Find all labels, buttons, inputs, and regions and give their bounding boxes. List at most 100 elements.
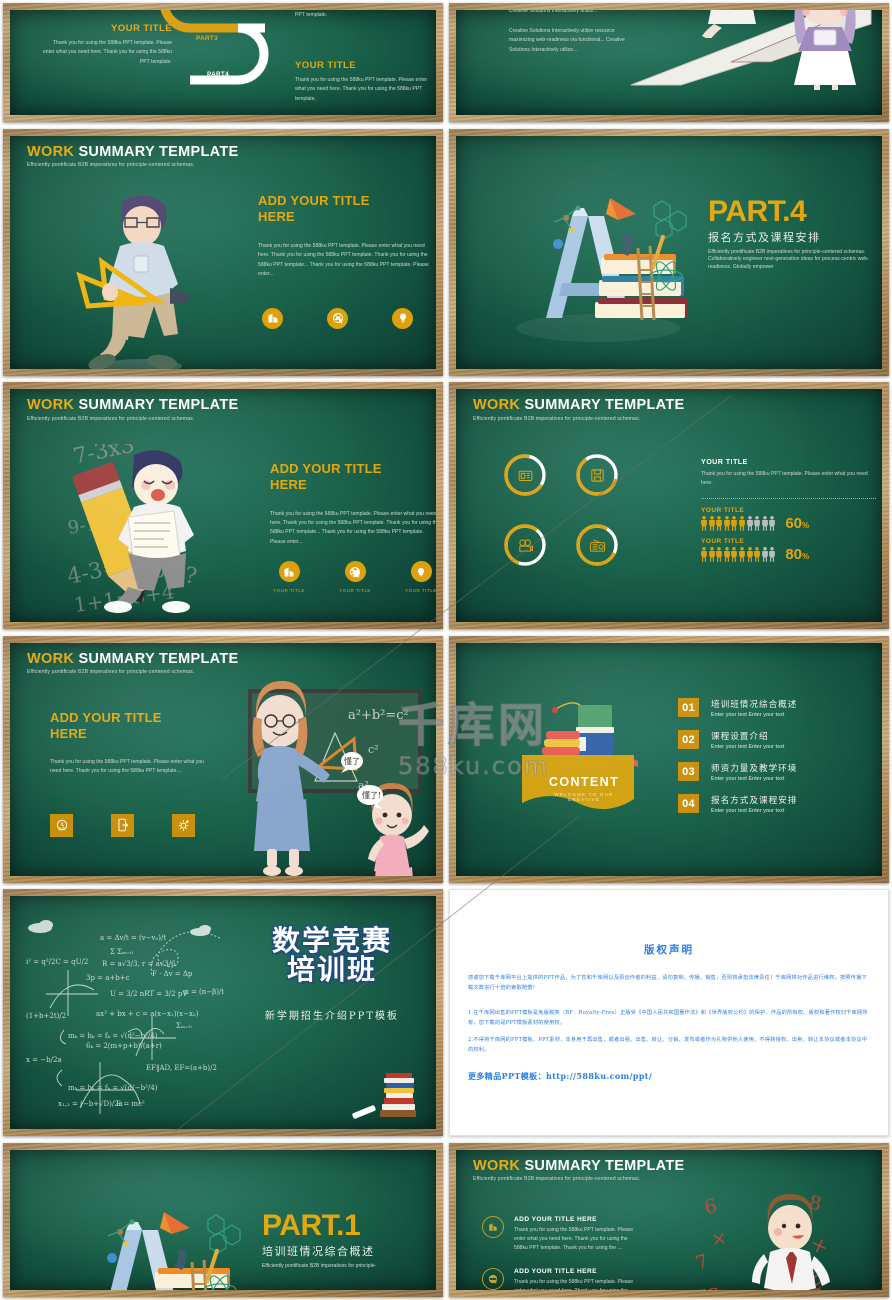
slide-thumbnail-cover-math[interactable]: a = Δv/t = (v−v₀)/t Σ Σₘ₌₀ i² = q²/2C = …: [0, 886, 446, 1139]
svg-text:x = −b/2a: x = −b/2a: [26, 1056, 62, 1064]
ring-chart-floppy[interactable]: [576, 454, 618, 496]
person-pictogram: [716, 547, 723, 562]
chibi-paragraph-2: Creative Solutions Interactively utilize…: [509, 27, 625, 53]
header-subtitle: Efficiently pontificate B2B imperatives …: [473, 415, 641, 422]
toc-title-en: Enter your text Enter your text: [711, 807, 785, 814]
ring-chart-telephone[interactable]: [504, 454, 546, 496]
clock-24h-icon[interactable]: 24h: [50, 813, 73, 837]
chibi-girl-illustration: [794, 10, 856, 90]
person-pictogram: [701, 516, 707, 531]
copyright-footer-url[interactable]: http://588ku.com/ppt/: [546, 1071, 652, 1081]
slide-thumbnail-teacher-blackboard[interactable]: WORK SUMMARY TEMPLATE Efficiently pontif…: [0, 632, 446, 886]
chalkboard-surface: WORK SUMMARY TEMPLATE Efficiently pontif…: [10, 642, 436, 876]
header-word-work: WORK: [473, 397, 521, 413]
svg-text:Σₘ₌₀: Σₘ₌₀: [176, 1022, 192, 1030]
header-word-work: WORK: [473, 1157, 521, 1174]
lead-body: Thank you for using the 588ku PPT templa…: [701, 471, 868, 487]
gear-settings-icon[interactable]: [172, 813, 195, 837]
person-pictogram: [746, 516, 753, 531]
slide-title-line2: HERE: [50, 725, 87, 741]
cover-title-line1: 数学竞赛: [271, 924, 392, 957]
lightbulb-icon[interactable]: [410, 561, 432, 582]
floppy-disk-icon: [584, 462, 610, 488]
chalkboard-surface: resource maximizing web-readiness via fu…: [456, 10, 882, 115]
list-item[interactable]: ADD YOUR TITLE HERE Thank you for using …: [482, 1267, 642, 1290]
slide-thumbnail-part1-divider[interactable]: PART.1 培训班情况综合概述 Efficiently pontificate…: [0, 1139, 446, 1300]
building-icon[interactable]: [278, 561, 300, 582]
toc-item[interactable]: 04 报名方式及课程安排 Enter your text Enter your …: [678, 794, 797, 814]
toc-item[interactable]: 02 课程设置介绍 Enter your text Enter your tex…: [678, 730, 797, 750]
chalkboard-frame: WORK SUMMARY TEMPLATE Efficiently pontif…: [449, 382, 889, 629]
svg-text:a = Δv/t = (v−v₀)/t: a = Δv/t = (v−v₀)/t: [100, 934, 166, 942]
header-word-summary: SUMMARY TEMPLATE: [78, 397, 239, 413]
slide-body: Thank you for using the 588ku PPT templa…: [258, 243, 429, 278]
chalkboard-frame: WORK SUMMARY TEMPLATE Efficiently pontif…: [3, 128, 443, 376]
slide-thumbnail-part4-divider[interactable]: PART.4 报名方式及课程安排 Efficiently pontificate…: [446, 125, 892, 379]
slide-thumbnail-schoolboy-list[interactable]: WORK SUMMARY TEMPLATE Efficiently pontif…: [446, 1139, 892, 1300]
slide-thumbnail-pencil-boy[interactable]: WORK SUMMARY TEMPLATE Efficiently pontif…: [0, 379, 446, 632]
cover-title-line2: 培训班: [286, 953, 377, 987]
building-icon[interactable]: [262, 307, 283, 329]
content-heading: CONTENT: [548, 774, 620, 789]
part-chinese-title: 培训班情况综合概述: [262, 1244, 375, 1258]
chalkboard-frame: PART.1 培训班情况综合概述 Efficiently pontificate…: [3, 1142, 443, 1297]
mobile-export-icon[interactable]: [111, 813, 134, 837]
person-pictogram: [731, 516, 738, 531]
slide-thumbnail-chibi-triangle[interactable]: resource maximizing web-readiness via fu…: [446, 0, 892, 125]
copyright-paragraph: 感谢您下载千库网平台上提供的PPT作品，为了您和千库网以及原创作者的利益，请勿复…: [468, 975, 867, 992]
svg-text:mₖ = hₖ = fₖ = √(d²−b²/4): mₖ = hₖ = fₖ = √(d²−b²/4): [68, 1032, 158, 1040]
video-camera-icon: [512, 532, 538, 558]
toc-item[interactable]: 01 培训班情况综合概述 Enter your text Enter your …: [678, 698, 797, 718]
header-subtitle: Efficiently pontificate B2B imperatives …: [27, 669, 195, 675]
ring-chart-radio[interactable]: [576, 524, 618, 566]
globe-cursor-icon: [482, 1267, 504, 1290]
person-pictogram: [739, 547, 745, 562]
header-subtitle: Efficiently pontificate B2B imperatives …: [27, 162, 195, 168]
person-pictogram: [723, 547, 730, 562]
slide-thumbnail-content-toc[interactable]: CONTENT WELCOME TO OUR CREATIVE 01 培训班情况…: [446, 632, 892, 886]
svg-text:U = 3/2 nRT = 3/2 pV: U = 3/2 nRT = 3/2 pV: [110, 990, 188, 998]
slide-thumbnail-teacher-walking[interactable]: WORK SUMMARY TEMPLATE Efficiently pontif…: [0, 125, 446, 379]
icon-label: YOUR TITLE: [273, 588, 305, 593]
man-with-ruler-illustration: [76, 194, 190, 369]
content-subheading: WELCOME TO OUR CREATIVE: [554, 791, 614, 802]
slide-title: ADD YOUR TITLE: [258, 192, 370, 208]
toc-number: 02: [678, 730, 699, 749]
toc-title-cn: 培训班情况综合概述: [711, 699, 798, 710]
person-pictogram: [754, 516, 761, 531]
ring-chart-video[interactable]: [504, 524, 546, 566]
slide-header: WORK SUMMARY TEMPLATE Efficiently pontif…: [27, 144, 238, 168]
chalkboard-frame: resource maximizing web-readiness via fu…: [449, 3, 889, 122]
list-item-title: ADD YOUR TITLE HERE: [514, 1215, 597, 1223]
slide-thumbnail-rings-pictograph[interactable]: WORK SUMMARY TEMPLATE Efficiently pontif…: [446, 379, 892, 632]
books-and-chalk-illustration: [352, 1073, 416, 1119]
chalkboard-frame: WORK SUMMARY TEMPLATE Efficiently pontif…: [449, 1142, 889, 1297]
list-item[interactable]: ADD YOUR TITLE HERE Thank you for using …: [482, 1215, 642, 1254]
globe-cursor-icon[interactable]: [344, 561, 366, 582]
chalkboard-frame: CONTENT WELCOME TO OUR CREATIVE 01 培训班情况…: [449, 635, 889, 883]
toc-number: 01: [678, 698, 699, 717]
slide-body: Thank you for using the 588ku PPT templa…: [50, 759, 204, 775]
toc-item[interactable]: 03 师资力量及教学环境 Enter your text Enter your …: [678, 762, 797, 782]
copyright-slide: 版权声明 感谢您下载千库网平台上提供的PPT作品，为了您和千库网以及原创作者的利…: [449, 889, 889, 1136]
chalkboard-frame: WORK SUMMARY TEMPLATE Efficiently pontif…: [3, 382, 443, 629]
person-pictogram: [723, 516, 730, 531]
letter-a-books-illustration: [516, 197, 688, 342]
chalkboard-surface: PART.1 培训班情况综合概述 Efficiently pontificate…: [10, 1149, 436, 1290]
person-pictogram: [761, 516, 768, 531]
slide-thumbnail-process-part34[interactable]: PART3 PART4 YOUR TITLE Thank you for usi…: [0, 0, 446, 125]
slide-body: Thank you for using the 588ku PPT templa…: [270, 510, 436, 545]
copyright-heading: 版权声明: [644, 944, 694, 956]
slide-title: ADD YOUR TITLE: [270, 461, 382, 476]
pictograph-label-2: YOUR TITLE: [701, 538, 745, 545]
person-pictogram: [708, 547, 715, 562]
chalkboard-surface: a = Δv/t = (v−v₀)/t Σ Σₘ₌₀ i² = q²/2C = …: [10, 896, 436, 1129]
svg-text:R = a√3/3, r = a√3/6: R = a√3/3, r = a√3/6: [102, 960, 176, 968]
toc-title-en: Enter your text Enter your text: [711, 775, 785, 782]
lightbulb-icon[interactable]: [392, 307, 413, 329]
pictograph-value-2: 80%: [785, 546, 810, 563]
slide-thumbnail-copyright[interactable]: 版权声明 感谢您下载千库网平台上提供的PPT作品，为了您和千库网以及原创作者的利…: [446, 886, 892, 1139]
svg-text:(1+b+2t)/2: (1+b+2t)/2: [26, 1012, 66, 1020]
teacher-and-student-illustration: a²+b²=c² c² a² 懂了 懂了!: [248, 680, 429, 876]
globe-cursor-icon[interactable]: [327, 307, 348, 329]
